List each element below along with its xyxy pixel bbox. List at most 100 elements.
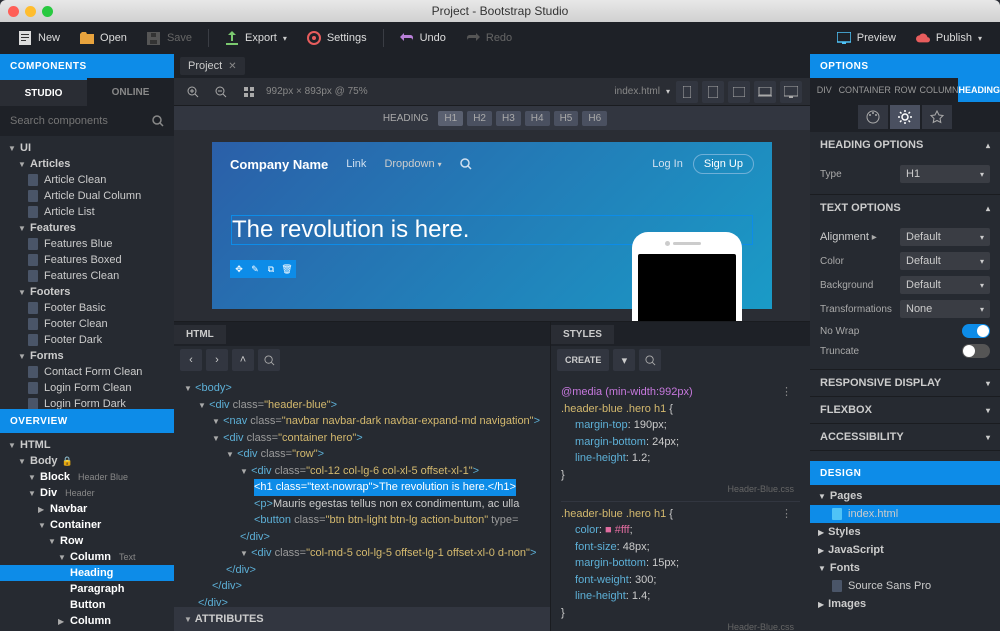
group-articles[interactable]: ▼Articles: [0, 156, 174, 172]
ov-button[interactable]: Button: [0, 597, 174, 613]
html-tab[interactable]: HTML: [174, 325, 226, 344]
background-select[interactable]: Default▾: [900, 276, 990, 294]
component-item[interactable]: Article Dual Column: [0, 188, 174, 204]
publish-button[interactable]: Publish▾: [908, 27, 990, 49]
design-fonts[interactable]: ▼Fonts: [810, 559, 1000, 577]
text-options-section[interactable]: TEXT OPTIONS▴: [810, 195, 1000, 221]
group-ui[interactable]: ▼UI: [0, 140, 174, 156]
ov-column2[interactable]: ▶Column: [0, 613, 174, 629]
heading-options-section[interactable]: HEADING OPTIONS▴: [810, 132, 1000, 158]
design-javascript[interactable]: ▶JavaScript: [810, 541, 1000, 559]
nowrap-toggle[interactable]: [962, 324, 990, 338]
search-icon[interactable]: [152, 114, 164, 128]
preview-button[interactable]: Preview: [829, 27, 904, 49]
device-tablet-land[interactable]: [728, 81, 750, 103]
color-select[interactable]: Default▾: [900, 252, 990, 270]
canvas-search-icon[interactable]: [460, 158, 472, 170]
open-button[interactable]: Open: [72, 27, 135, 49]
design-styles[interactable]: ▶Styles: [810, 523, 1000, 541]
component-item[interactable]: Footer Dark: [0, 332, 174, 348]
opt-tab-row[interactable]: ROW: [891, 78, 920, 102]
component-item[interactable]: Login Form Dark: [0, 396, 174, 409]
ov-paragraph[interactable]: Paragraph: [0, 581, 174, 597]
component-item[interactable]: Login Form Clean: [0, 380, 174, 396]
component-item[interactable]: Article Clean: [0, 172, 174, 188]
html-code-view[interactable]: ▼ <body>▼ <div class="header-blue">▼ <na…: [174, 374, 550, 607]
attributes-header[interactable]: ▼ ATTRIBUTES: [174, 607, 550, 631]
tab-online[interactable]: ONLINE: [87, 78, 174, 106]
design-images[interactable]: ▶Images: [810, 595, 1000, 613]
styles-tab[interactable]: STYLES: [551, 325, 614, 344]
create-button[interactable]: CREATE: [557, 349, 609, 371]
settings-button[interactable]: Settings: [299, 27, 375, 49]
h2-button[interactable]: H2: [467, 111, 492, 126]
close-icon[interactable]: ✕: [228, 61, 236, 72]
component-item[interactable]: Footer Basic: [0, 300, 174, 316]
flexbox-section[interactable]: FLEXBOX▾: [810, 397, 1000, 423]
truncate-toggle[interactable]: [962, 344, 990, 358]
css-code-view[interactable]: ⋮@media (min-width:992px).header-blue .h…: [551, 374, 810, 631]
gear-icon[interactable]: [890, 105, 920, 129]
h4-button[interactable]: H4: [525, 111, 550, 126]
device-phone[interactable]: [676, 81, 698, 103]
canvas-link[interactable]: Link: [346, 158, 366, 170]
accessibility-section[interactable]: ACCESSIBILITY▾: [810, 424, 1000, 450]
ov-div[interactable]: ▼DivHeader: [0, 485, 174, 501]
nav-back-button[interactable]: ‹: [180, 349, 202, 371]
minimize-window-button[interactable]: [25, 6, 36, 17]
zoom-in-button[interactable]: [182, 81, 204, 103]
document-tab[interactable]: Project✕: [180, 57, 245, 75]
ov-column[interactable]: ▼ColumnText: [0, 549, 174, 565]
zoom-out-button[interactable]: [210, 81, 232, 103]
canvas-brand[interactable]: Company Name: [230, 157, 328, 172]
new-button[interactable]: New: [10, 27, 68, 49]
ov-heading[interactable]: Heading: [0, 565, 174, 581]
device-desktop[interactable]: [780, 81, 802, 103]
group-features[interactable]: ▼Features: [0, 220, 174, 236]
ov-html[interactable]: ▼HTML: [0, 437, 174, 453]
device-laptop[interactable]: [754, 81, 776, 103]
h5-button[interactable]: H5: [554, 111, 579, 126]
alignment-select[interactable]: Default▾: [900, 228, 990, 246]
h1-button[interactable]: H1: [438, 111, 463, 126]
component-item[interactable]: Features Clean: [0, 268, 174, 284]
canvas-login[interactable]: Log In: [652, 158, 683, 170]
save-button[interactable]: Save: [139, 27, 200, 49]
design-pages[interactable]: ▼Pages: [810, 487, 1000, 505]
nav-fwd-button[interactable]: ›: [206, 349, 228, 371]
group-footers[interactable]: ▼Footers: [0, 284, 174, 300]
palette-icon[interactable]: [858, 105, 888, 129]
opt-tab-div[interactable]: DIV: [810, 78, 839, 102]
create-dropdown[interactable]: ▾: [613, 349, 635, 371]
ov-block[interactable]: ▼BlockHeader Blue: [0, 469, 174, 485]
styles-search[interactable]: [639, 349, 661, 371]
component-item[interactable]: Contact Form Clean: [0, 364, 174, 380]
transformations-select[interactable]: None▾: [900, 300, 990, 318]
ov-navbar[interactable]: ▶Navbar: [0, 501, 174, 517]
undo-button[interactable]: Undo: [392, 27, 454, 49]
h6-button[interactable]: H6: [582, 111, 607, 126]
zoom-window-button[interactable]: [42, 6, 53, 17]
component-item[interactable]: Footer Clean: [0, 316, 174, 332]
redo-button[interactable]: Redo: [458, 27, 520, 49]
ov-body[interactable]: ▼Body🔒: [0, 453, 174, 469]
filename[interactable]: index.html: [614, 86, 660, 97]
grid-button[interactable]: [238, 81, 260, 103]
star-icon[interactable]: [922, 105, 952, 129]
device-tablet[interactable]: [702, 81, 724, 103]
component-item[interactable]: Features Blue: [0, 236, 174, 252]
export-button[interactable]: Export▾: [217, 27, 295, 49]
search-button[interactable]: [258, 349, 280, 371]
group-forms[interactable]: ▼Forms: [0, 348, 174, 364]
h3-button[interactable]: H3: [496, 111, 521, 126]
nav-up-button[interactable]: ˄: [232, 349, 254, 371]
canvas-signup[interactable]: Sign Up: [693, 154, 754, 174]
tab-studio[interactable]: STUDIO: [0, 78, 87, 106]
component-item[interactable]: Features Boxed: [0, 252, 174, 268]
component-item[interactable]: Article List: [0, 204, 174, 220]
canvas-area[interactable]: Company Name Link Dropdown ▾ Log In Sign…: [174, 130, 810, 321]
responsive-section[interactable]: RESPONSIVE DISPLAY▾: [810, 370, 1000, 396]
chevron-down-icon[interactable]: ▾: [666, 87, 670, 96]
opt-tab-column[interactable]: COLUMN: [919, 78, 958, 102]
close-window-button[interactable]: [8, 6, 19, 17]
